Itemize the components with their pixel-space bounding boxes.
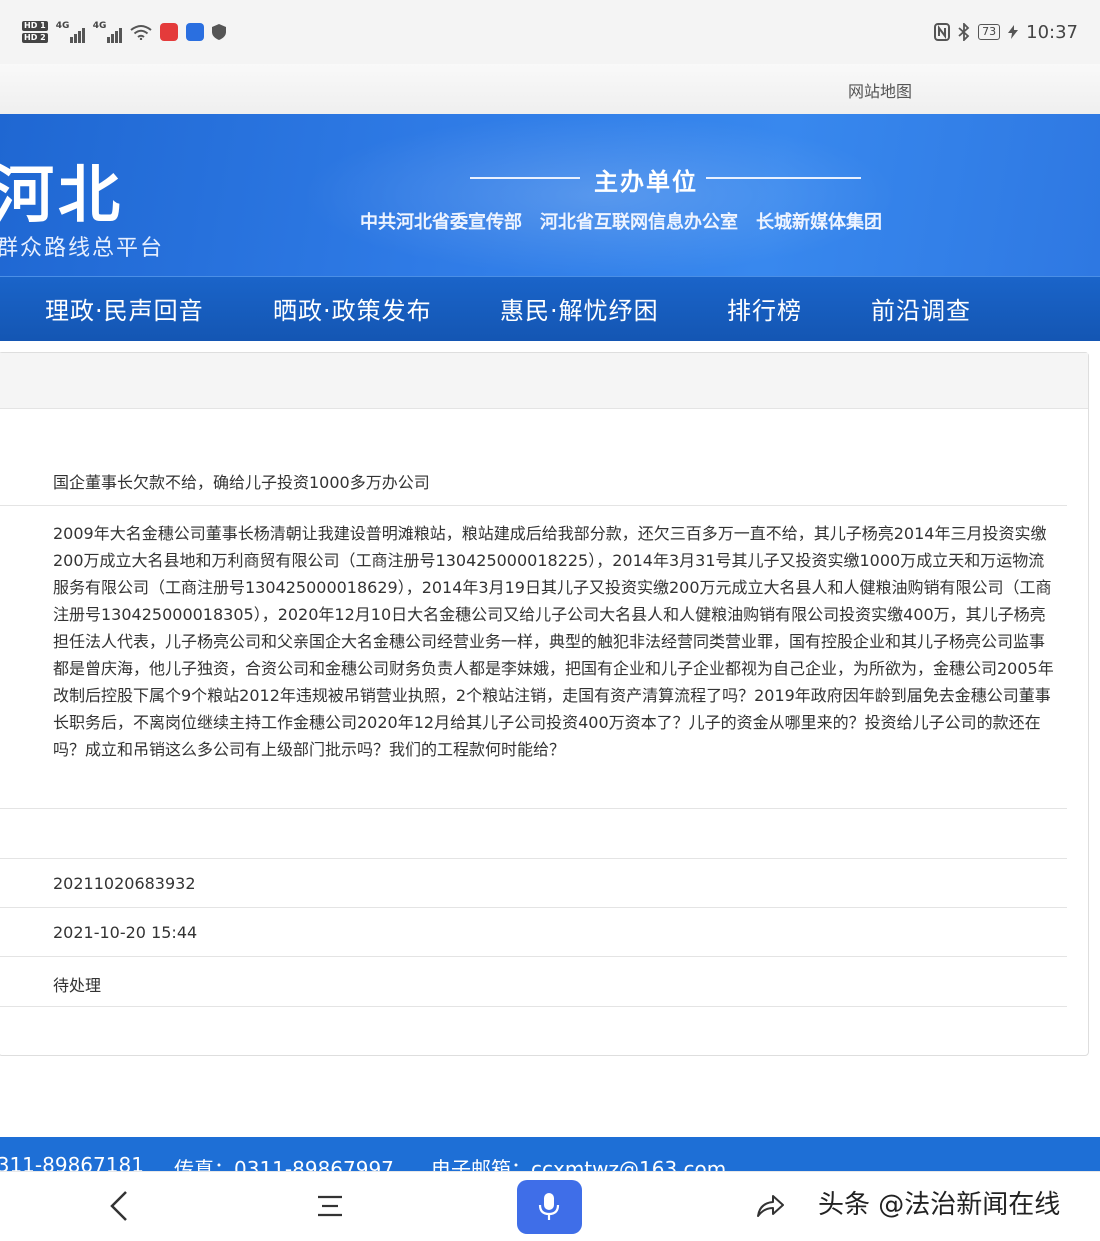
bluetooth-icon [958, 23, 970, 41]
title-row: 国企董事长欠款不给，确给儿子投资1000多万办公司 [0, 453, 1067, 506]
nav-item-huimin[interactable]: 惠民·解忧纾困 [500, 291, 659, 326]
network-label-1: 4G [55, 21, 70, 31]
host-orgs: 中共河北省委宣传部 河北省互联网信息办公室 长城新媒体集团 [360, 208, 882, 234]
network-label-2: 4G [92, 21, 107, 31]
browser-bottom-bar: 头条 @法治新闻在线 [0, 1171, 1100, 1241]
nav-item-lizheng[interactable]: 理政·民声回音 [45, 291, 204, 326]
status-left: HD 1 HD 2 4G 4G [22, 16, 226, 48]
status-right: 73 10:37 [934, 18, 1078, 46]
battery-icon: 73 [978, 24, 1001, 40]
org-name: 长城新媒体集团 [756, 212, 882, 233]
hd1-badge: HD 1 [22, 21, 48, 31]
host-label: 主办单位 [594, 168, 698, 196]
hd-icon: HD 1 HD 2 [22, 21, 48, 43]
nav-item-ranking[interactable]: 排行榜 [727, 291, 802, 326]
card-header [0, 353, 1088, 409]
site-footer: 0311-89867181 传真：0311-89867997 电子邮箱：ccxm… [0, 1137, 1100, 1171]
wifi-icon [130, 25, 152, 40]
message-title: 国企董事长欠款不给，确给儿子投资1000多万办公司 [53, 473, 430, 492]
message-datetime: 2021-10-20 15:44 [53, 923, 198, 942]
shield-icon [211, 24, 226, 40]
org-name: 中共河北省委宣传部 [360, 212, 522, 233]
share-icon[interactable] [754, 1190, 786, 1222]
org-name: 河北省互联网信息办公室 [540, 212, 738, 233]
divider [470, 177, 580, 179]
main-nav: 理政·民声回音 晒政·政策发布 惠民·解忧纾困 排行榜 前沿调查 [0, 276, 1100, 341]
nav-item-survey[interactable]: 前沿调查 [871, 291, 971, 326]
message-body: 2009年大名金穗公司董事长杨清朝让我建设普明滩粮站，粮站建成后给我部分款，还欠… [53, 524, 1054, 759]
site-banner: 河北 群众路线总平台 主办单位 中共河北省委宣传部 河北省互联网信息办公室 长城… [0, 114, 1100, 276]
microphone-icon [538, 1193, 560, 1220]
body-row: 2009年大名金穗公司董事长杨清朝让我建设普明滩粮站，粮站建成后给我部分款，还欠… [0, 506, 1067, 809]
status-row: 待处理 [0, 957, 1067, 1007]
charging-icon [1008, 25, 1019, 39]
nfc-icon [934, 23, 951, 41]
app-icon [185, 23, 204, 41]
message-card: 国企董事长欠款不给，确给儿子投资1000多万办公司 2009年大名金穗公司董事长… [0, 352, 1089, 1056]
app-icon [159, 23, 178, 41]
footer-phone: 0311-89867181 [0, 1153, 144, 1171]
empty-row [0, 809, 1067, 859]
number-row: 20211020683932 [0, 859, 1067, 908]
status-badge: 待处理 [53, 976, 102, 995]
signal-icon: 4G [56, 21, 85, 43]
divider [706, 177, 861, 179]
clock: 10:37 [1026, 21, 1078, 43]
top-links-bar: 网站地图 [0, 64, 1100, 115]
footer-fax: 传真：0311-89867997 [174, 1157, 394, 1171]
back-icon[interactable] [106, 1190, 134, 1222]
voice-search-button[interactable] [517, 1180, 582, 1234]
site-logo-subtitle: 群众路线总平台 [0, 236, 165, 261]
message-number: 20211020683932 [53, 874, 196, 893]
datetime-row: 2021-10-20 15:44 [0, 908, 1067, 957]
signal-icon: 4G [93, 21, 122, 43]
sitemap-link[interactable]: 网站地图 [848, 78, 912, 102]
footer-email[interactable]: 电子邮箱：ccxmtwz@163.com [431, 1153, 726, 1171]
menu-icon[interactable] [316, 1192, 344, 1220]
site-logo-title[interactable]: 河北 [0, 144, 124, 234]
hd2-badge: HD 2 [22, 33, 48, 43]
status-bar: HD 1 HD 2 4G 4G 73 10:37 [0, 0, 1100, 64]
watermark-text: 头条 @法治新闻在线 [818, 1190, 1061, 1220]
nav-item-shaizheng[interactable]: 晒政·政策发布 [273, 291, 432, 326]
